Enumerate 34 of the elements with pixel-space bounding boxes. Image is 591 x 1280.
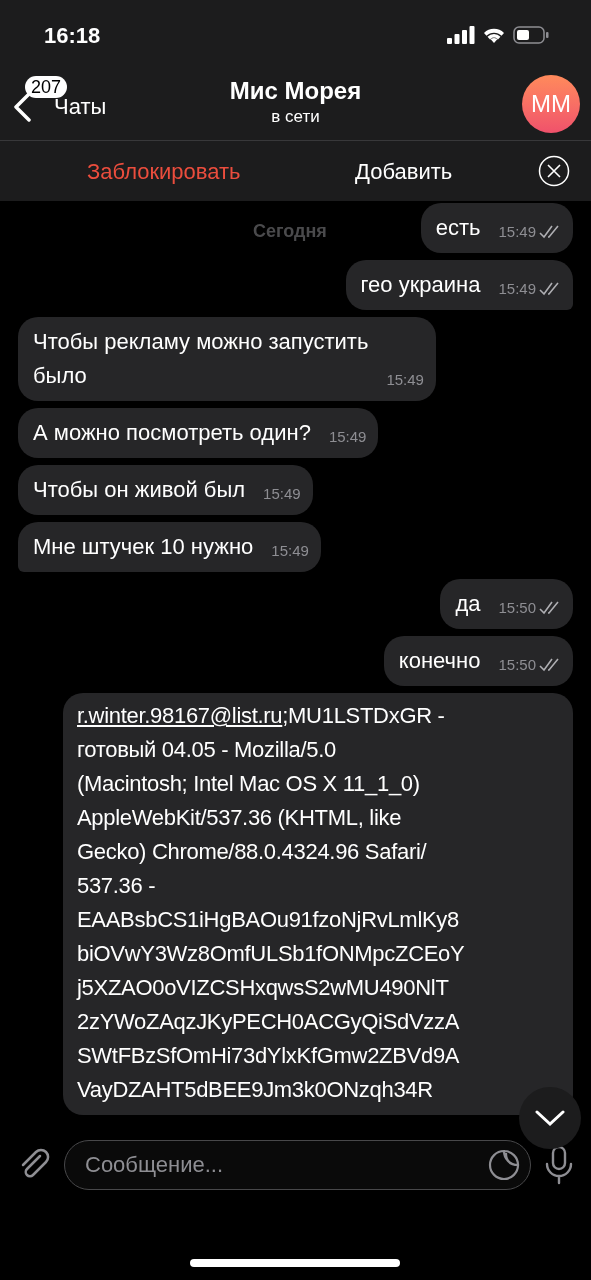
chat-title: Мис Морея (229, 76, 362, 106)
message-text: Чтобы он живой был (33, 476, 246, 504)
chevron-down-icon (535, 1109, 565, 1127)
message-text: гео украина (360, 271, 481, 299)
wifi-icon (482, 26, 506, 44)
message-text: Мне штучек 10 нужно (33, 533, 254, 561)
clock-time: 16:18 (44, 21, 101, 50)
battery-icon (513, 26, 549, 44)
close-icon[interactable] (538, 155, 570, 187)
message-time: 15:49 (386, 369, 424, 390)
message-time: 15:49 (498, 278, 536, 299)
message-text: да (455, 590, 481, 618)
add-contact-button[interactable]: Добавить (355, 154, 453, 188)
message-time: 15:49 (498, 221, 536, 242)
message-text: Чтобы рекламу можно запустить было (33, 328, 369, 390)
message-time: 15:50 (498, 654, 536, 675)
microphone-icon[interactable] (543, 1145, 575, 1185)
message-time: 15:49 (263, 483, 301, 504)
back-chevron-icon[interactable] (12, 91, 32, 122)
message-text: есть (435, 214, 481, 242)
message-time: 15:49 (328, 426, 367, 447)
message-field[interactable]: Сообщение... (64, 1140, 531, 1190)
signal-icon (447, 26, 475, 44)
date-label: Сегодня (253, 220, 327, 243)
message-time: 15:50 (498, 597, 536, 618)
message-text: А можно посмотреть один? (33, 419, 311, 447)
message-text: r.winter.98167@list.ru;MU1LSTDxGR - готовый 04.05 - Mozilla/5.0 (Macintosh; Intel Mac OS X 11_1_0) AppleWebKit/537.36 (KHTML, like Gecko) Chrome/88.0.4324.96 Safari/ 537.36 - EAABsbCS1iHgBAOu91fzoNjRvLmlKy8 biOVwY3Wz8OmfULSb1fONMpcZCEoY j5XZAO0oVIZCSHxqwsS2wMU490NlT 2zYWoZAqzJKyPECH0ACGyQiSdVzzA SWtFBzSfOmHi73dYlxKfGmw2ZBVd9A VayDZAHT5dBEE9Jm3k0ONzqh34R (77, 702, 465, 1104)
message-text: конечно (398, 647, 481, 675)
message-time: 15:49 (271, 540, 309, 561)
block-button[interactable]: Заблокировать (87, 154, 241, 188)
email-link[interactable]: r.winter.98167@list.ru (77, 703, 283, 728)
online-status: в сети (271, 106, 320, 128)
sticker-icon[interactable] (487, 1148, 521, 1182)
unread-count-badge: 207 (25, 76, 68, 98)
